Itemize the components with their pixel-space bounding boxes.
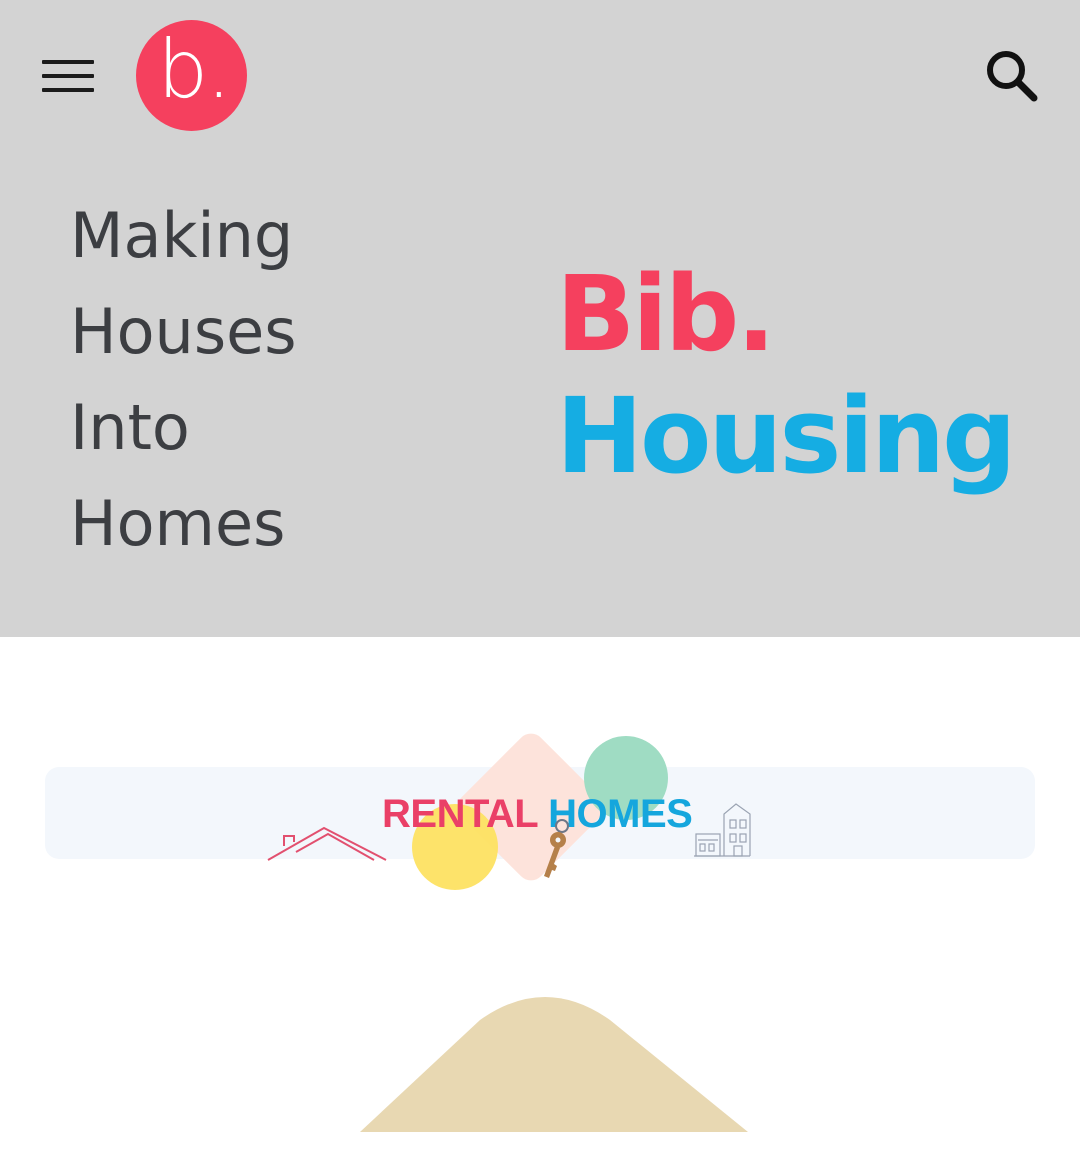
tagline-line: Into xyxy=(70,391,190,464)
tagline-line: Making xyxy=(70,199,294,272)
search-icon[interactable] xyxy=(980,44,1044,108)
logo-text: b. xyxy=(157,22,231,116)
building-sketch-icon xyxy=(694,803,751,857)
brand-name-line1: Bib. xyxy=(556,253,776,375)
hamburger-menu-icon[interactable] xyxy=(36,52,100,100)
logo[interactable]: b. xyxy=(136,20,247,131)
roof-outline-icon xyxy=(267,826,387,861)
brand-name-line2: Housing xyxy=(556,375,1017,497)
tagline-line: Houses xyxy=(70,295,297,368)
key-icon xyxy=(544,819,569,878)
decorative-hill-shape xyxy=(360,997,748,1132)
banner-title-word1: RENTAL xyxy=(382,792,538,836)
hero-section: b. Making Houses Into Homes Bib. Housing xyxy=(0,0,1080,637)
tagline-line: Homes xyxy=(70,487,286,560)
tagline: Making Houses Into Homes xyxy=(70,188,297,572)
